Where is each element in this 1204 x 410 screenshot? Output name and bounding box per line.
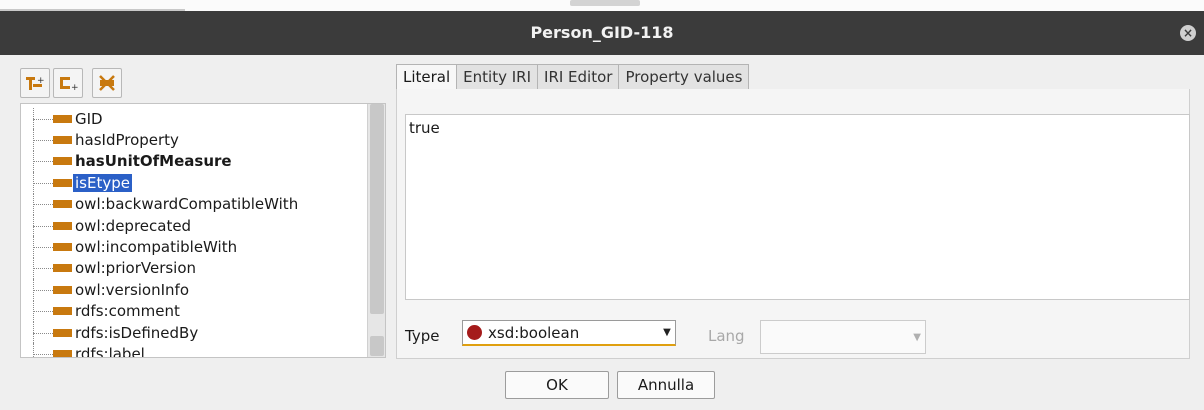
tree-item[interactable]: hasUnitOfMeasure (21, 150, 369, 173)
dialog-title: Person_GID-118 (530, 23, 674, 42)
tab-iri-editor[interactable]: IRI Editor (538, 64, 620, 90)
tree-connector (33, 247, 53, 249)
cancel-button[interactable]: Annulla (617, 371, 715, 399)
tree-connector (33, 140, 53, 142)
tree-item[interactable]: hasIdProperty (21, 129, 369, 151)
literal-value-editor[interactable]: true (405, 114, 1190, 300)
tree-item[interactable]: owl:incompatibleWith (21, 236, 369, 258)
data-property-icon (53, 243, 72, 252)
svg-text:+: + (71, 83, 78, 91)
add-subproperty-button[interactable]: + (20, 68, 50, 98)
tree-item-label: hasIdProperty (75, 131, 179, 150)
tree-item[interactable]: owl:backwardCompatibleWith (21, 193, 369, 215)
add-sibling-property-icon: + (60, 77, 78, 91)
add-sibling-property-button[interactable]: + (53, 68, 83, 98)
editor-tabs: Literal Entity IRI IRI Editor Property valu… (396, 64, 750, 90)
tree-item-label: hasUnitOfMeasure (75, 152, 232, 171)
datatype-value: xsd:boolean (488, 323, 580, 342)
add-subproperty-icon: + (26, 76, 45, 90)
tree-connector (33, 182, 53, 184)
delete-property-button[interactable] (92, 68, 122, 98)
close-icon[interactable]: × (1180, 25, 1196, 41)
tree-item-label: owl:deprecated (75, 216, 192, 235)
delete-property-icon (99, 75, 115, 91)
property-tree: GID hasIdProperty hasUnitOfMeasure isEtype o… (20, 103, 386, 358)
data-property-icon (53, 307, 72, 316)
data-property-icon (53, 285, 72, 294)
property-tree-list: GID hasIdProperty hasUnitOfMeasure isEtype o… (21, 108, 369, 358)
tab-property-values[interactable]: Property values (619, 64, 750, 90)
svg-text:+: + (37, 76, 45, 86)
tree-scrollbar-thumb[interactable] (370, 104, 384, 314)
tree-item-label: GID (75, 109, 103, 128)
datatype-select[interactable]: xsd:boolean ▼ (462, 320, 676, 346)
data-property-icon (53, 221, 72, 230)
tree-item-label: rdfs:isDefinedBy (75, 323, 199, 342)
chevron-down-icon: ▼ (663, 327, 671, 338)
dialog-titlebar: Person_GID-118 × (0, 11, 1204, 55)
tree-item[interactable]: owl:versionInfo (21, 279, 369, 301)
tree-item[interactable]: owl:deprecated (21, 214, 369, 237)
tree-item[interactable]: rdfs:label (21, 343, 369, 358)
ok-button[interactable]: OK (505, 371, 609, 399)
tree-item[interactable]: owl:priorVersion (21, 257, 369, 280)
tree-connector (33, 353, 53, 355)
chevron-down-icon: ▼ (913, 332, 921, 343)
lang-label: Lang (708, 327, 745, 345)
tree-scrollbar-lower-handle[interactable] (370, 336, 384, 356)
tree-connector (33, 204, 53, 206)
tree-item[interactable]: GID (21, 108, 369, 130)
tree-item-label: owl:backwardCompatibleWith (75, 195, 299, 214)
data-property-icon (53, 136, 72, 145)
tree-connector (33, 311, 53, 313)
datatype-icon (467, 325, 482, 340)
lang-select[interactable]: ▼ (760, 320, 926, 354)
data-property-icon (53, 264, 72, 273)
tree-item-label: isEtype (73, 173, 132, 192)
tree-connector (33, 268, 53, 270)
top-strip (0, 0, 1204, 11)
data-property-icon (53, 178, 72, 187)
tree-item[interactable]: isEtype (21, 172, 369, 194)
tree-item-label: owl:incompatibleWith (75, 238, 238, 257)
tree-connector (33, 343, 34, 357)
property-toolbar: + + (20, 68, 122, 98)
type-label: Type (405, 327, 440, 345)
data-property-icon (53, 114, 72, 123)
tab-entity-iri[interactable]: Entity IRI (457, 64, 539, 90)
tree-item-label: rdfs:comment (75, 302, 180, 321)
tree-connector (33, 289, 53, 291)
tree-connector (33, 225, 53, 227)
tree-connector (33, 332, 53, 334)
tree-scrollbar[interactable] (367, 104, 385, 357)
tree-item-label: rdfs:label (75, 344, 145, 358)
data-property-icon (53, 200, 72, 209)
data-property-icon (53, 349, 72, 357)
top-strip-title-fragment (570, 0, 640, 6)
data-property-icon (53, 328, 72, 337)
tree-connector (33, 118, 53, 120)
data-property-icon (53, 157, 72, 166)
tab-literal[interactable]: Literal (396, 64, 458, 90)
tree-item[interactable]: rdfs:isDefinedBy (21, 321, 369, 344)
tree-item[interactable]: rdfs:comment (21, 300, 369, 322)
tree-item-label: owl:versionInfo (75, 280, 189, 299)
tree-connector (33, 161, 53, 163)
tree-item-label: owl:priorVersion (75, 259, 197, 278)
